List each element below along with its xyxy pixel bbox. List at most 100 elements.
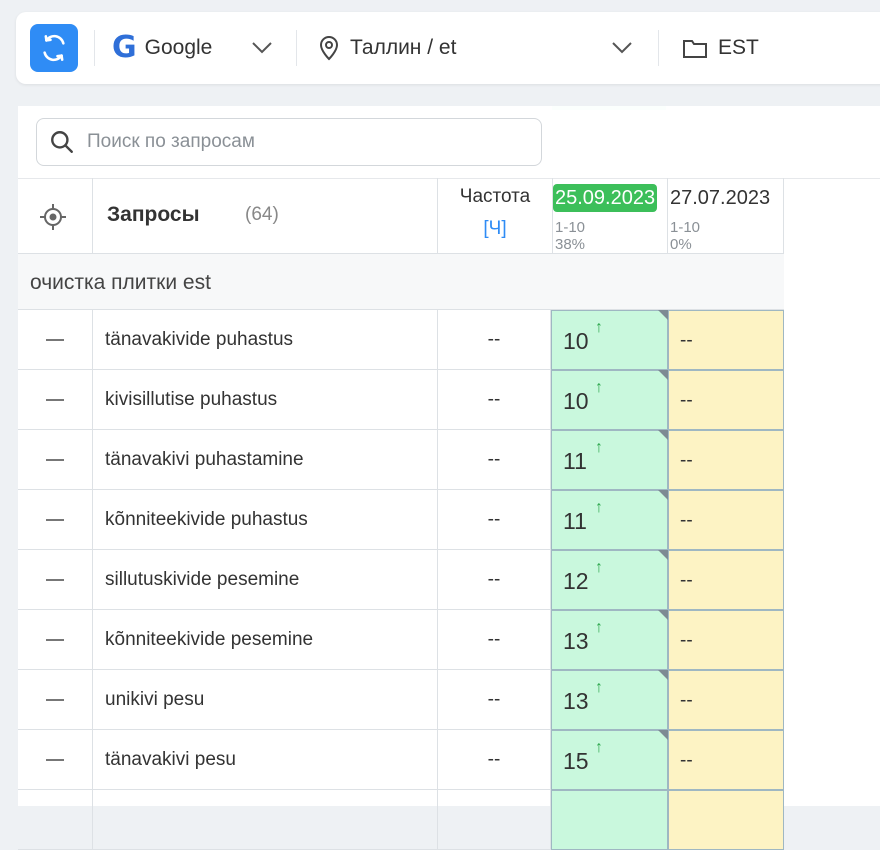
search-icon [51, 131, 73, 153]
previous-position-cell[interactable]: -- [668, 490, 784, 550]
chevron-down-icon[interactable] [250, 38, 274, 58]
minus-icon[interactable] [46, 699, 64, 701]
date-range: 1-10 [670, 219, 701, 236]
position-value: 10 [563, 328, 589, 354]
keyword-cell [93, 790, 438, 850]
position-cell[interactable]: 13 ↑ [551, 670, 668, 730]
table-row: tänavakivi puhastamine -- 11 ↑ -- [18, 430, 784, 490]
crosshair-icon[interactable] [38, 202, 68, 232]
keyword-text: sillutuskivide pesemine [105, 569, 300, 590]
previous-position-cell[interactable]: -- [668, 310, 784, 370]
arrow-up-icon: ↑ [595, 499, 603, 516]
row-action-cell [18, 430, 93, 490]
divider [296, 30, 297, 66]
row-action-cell [18, 610, 93, 670]
previous-position-cell[interactable]: -- [668, 610, 784, 670]
project-select[interactable]: EST [682, 30, 759, 66]
table-row: kõnniteekivide pesemine -- 13 ↑ -- [18, 610, 784, 670]
header-target-cell [18, 178, 93, 254]
minus-icon[interactable] [46, 759, 64, 761]
table-row: sillutuskivide pesemine -- 12 ↑ -- [18, 550, 784, 610]
arrow-up-icon: ↑ [595, 619, 603, 636]
keyword-text: unikivi pesu [105, 689, 205, 710]
frequency-cell: -- [438, 430, 551, 490]
header-date-column[interactable]: 27.07.2023 1-10 0% [668, 178, 784, 254]
keyword-cell: unikivi pesu [93, 670, 438, 730]
frequency-value: -- [487, 749, 501, 770]
minus-icon[interactable] [46, 579, 64, 581]
search-engine-select[interactable]: G Google [112, 30, 212, 66]
minus-icon[interactable] [46, 519, 64, 521]
position-cell[interactable]: 11 ↑ [551, 430, 668, 490]
minus-icon[interactable] [46, 339, 64, 341]
frequency-type-link[interactable]: [Ч] [438, 218, 552, 240]
google-g-icon: G [112, 30, 137, 65]
group-row[interactable]: очистка плитки est [18, 254, 784, 310]
position-cell[interactable]: 13 ↑ [551, 610, 668, 670]
previous-position-cell[interactable]: -- [668, 730, 784, 790]
search-bar [18, 106, 880, 179]
previous-position-cell[interactable]: -- [668, 370, 784, 430]
frequency-cell: -- [438, 730, 551, 790]
keyword-cell: tänavakivi puhastamine [93, 430, 438, 490]
position-value: 13 [563, 688, 589, 714]
frequency-value: -- [487, 389, 501, 410]
corner-marker [658, 730, 668, 740]
previous-position-value: -- [680, 390, 693, 411]
keyword-cell: sillutuskivide pesemine [93, 550, 438, 610]
position-cell[interactable]: 11 ↑ [551, 490, 668, 550]
position-cell[interactable] [551, 790, 668, 850]
minus-icon[interactable] [46, 399, 64, 401]
previous-position-cell[interactable]: -- [668, 550, 784, 610]
position-cell[interactable]: 10 ↑ [551, 370, 668, 430]
corner-marker [658, 370, 668, 380]
previous-position-cell[interactable] [668, 790, 784, 850]
arrow-up-icon: ↑ [595, 739, 603, 756]
corner-marker [658, 430, 668, 440]
position-value: 13 [563, 628, 589, 654]
keyword-text: kivisillutise puhastus [105, 389, 278, 410]
frequency-value: -- [487, 629, 501, 650]
keyword-cell: kõnniteekivide puhastus [93, 490, 438, 550]
search-field[interactable] [36, 118, 542, 166]
row-action-cell [18, 550, 93, 610]
previous-position-cell[interactable]: -- [668, 670, 784, 730]
previous-position-value: -- [680, 750, 693, 771]
region-select[interactable]: Таллин / et [318, 30, 456, 66]
divider [658, 30, 659, 66]
region-label: Таллин / et [350, 36, 457, 59]
position-cell[interactable]: 10 ↑ [551, 310, 668, 370]
frequency-cell [438, 790, 551, 850]
frequency-cell: -- [438, 490, 551, 550]
keyword-cell: kõnniteekivide pesemine [93, 610, 438, 670]
chevron-down-icon[interactable] [610, 38, 634, 58]
corner-marker [658, 310, 668, 320]
header-date-column[interactable]: 25.09.2023 1-10 38% [553, 178, 668, 254]
keyword-text: tänavakivi puhastamine [105, 449, 304, 470]
position-value: 12 [563, 568, 589, 594]
previous-position-value: -- [680, 510, 693, 531]
table-row: tänavakivide puhastus -- 10 ↑ -- [18, 310, 784, 370]
refresh-button[interactable] [30, 24, 78, 72]
queries-count: (64) [245, 204, 279, 225]
position-cell[interactable]: 12 ↑ [551, 550, 668, 610]
position-value: 10 [563, 388, 589, 414]
frequency-cell: -- [438, 670, 551, 730]
search-engine-label: Google [144, 36, 213, 59]
position-cell[interactable]: 15 ↑ [551, 730, 668, 790]
frequency-cell: -- [438, 610, 551, 670]
keyword-cell: tänavakivi pesu [93, 730, 438, 790]
search-input[interactable] [85, 130, 509, 154]
position-value: 11 [563, 448, 587, 474]
row-action-cell [18, 790, 93, 850]
table-row: kivisillutise puhastus -- 10 ↑ -- [18, 370, 784, 430]
minus-icon[interactable] [46, 639, 64, 641]
date-percent: 0% [670, 236, 692, 253]
previous-position-cell[interactable]: -- [668, 430, 784, 490]
keyword-text: tänavakivi pesu [105, 749, 236, 770]
minus-icon[interactable] [46, 459, 64, 461]
arrow-up-icon: ↑ [595, 379, 603, 396]
previous-position-value: -- [680, 450, 693, 471]
frequency-value: -- [487, 689, 501, 710]
corner-marker [658, 550, 668, 560]
